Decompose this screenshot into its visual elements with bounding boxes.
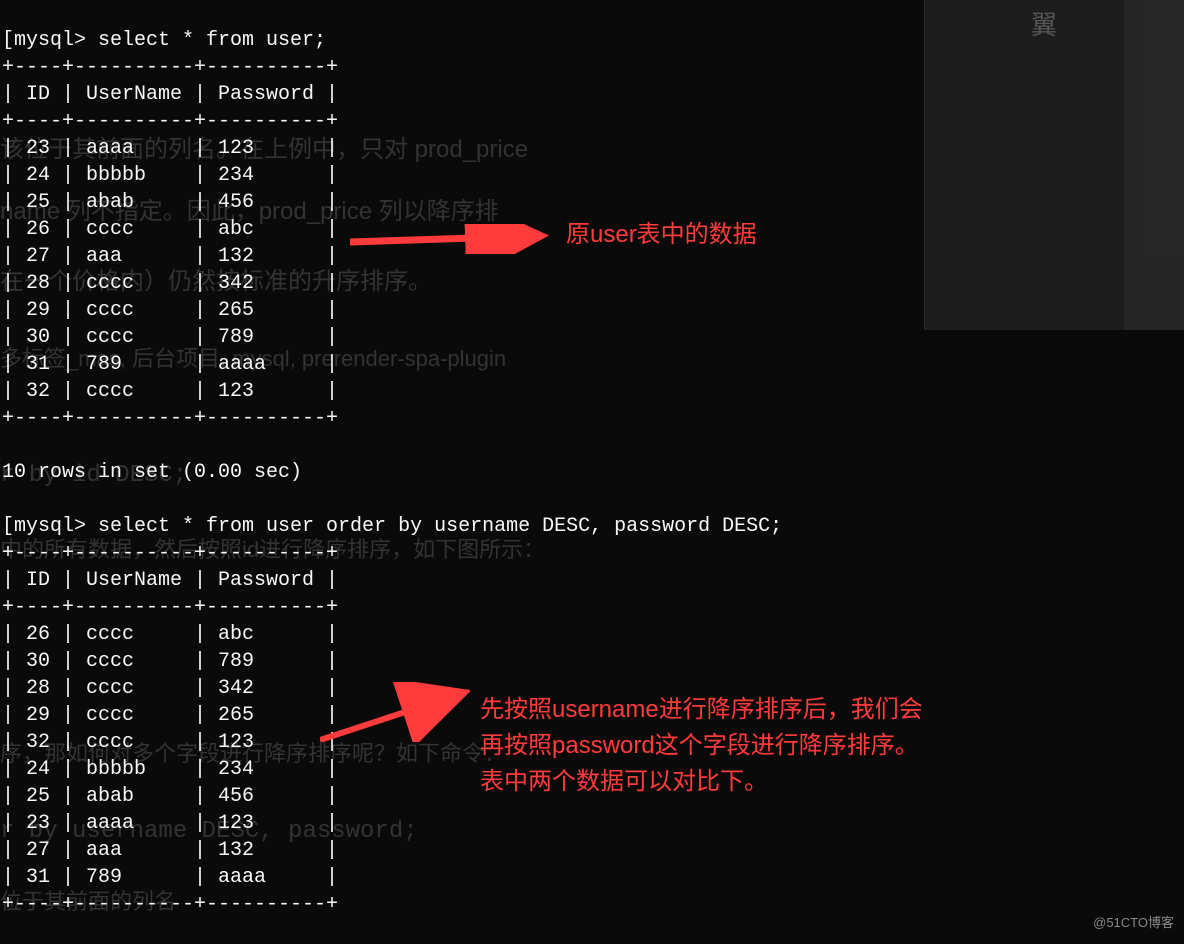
terminal-line: +----+----------+----------+ [2, 540, 1184, 567]
terminal-line: | 27 | aaa | 132 | [2, 837, 1184, 864]
terminal-line [2, 432, 1184, 459]
terminal-line: | 23 | aaaa | 123 | [2, 810, 1184, 837]
annotation-arrow-icon [320, 682, 470, 742]
annotation-line: 再按照password这个字段进行降序排序。 [480, 728, 923, 764]
terminal-line: | 24 | bbbbb | 234 | [2, 162, 1184, 189]
terminal-line [2, 486, 1184, 513]
terminal-line: | ID | UserName | Password | [2, 81, 1184, 108]
terminal-line: [mysql> select * from user; [2, 27, 1184, 54]
annotation-line: 先按照username进行降序排序后，我们会 [480, 692, 923, 728]
terminal-line: | 28 | cccc | 342 | [2, 270, 1184, 297]
terminal-line: | 31 | 789 | aaaa | [2, 351, 1184, 378]
terminal-line: | 31 | 789 | aaaa | [2, 864, 1184, 891]
terminal-line: 10 rows in set (0.00 sec) [2, 459, 1184, 486]
terminal-line: +----+----------+----------+ [2, 405, 1184, 432]
terminal-line: | 32 | cccc | 123 | [2, 378, 1184, 405]
terminal-line: | 30 | cccc | 789 | [2, 324, 1184, 351]
terminal-line: +----+----------+----------+ [2, 108, 1184, 135]
terminal-line: | 26 | cccc | abc | [2, 621, 1184, 648]
terminal-line: | 25 | abab | 456 | [2, 189, 1184, 216]
watermark: @51CTO博客 [1093, 909, 1174, 936]
terminal-line [2, 0, 1184, 27]
terminal-line: +----+----------+----------+ [2, 594, 1184, 621]
terminal-line: +----+----------+----------+ [2, 54, 1184, 81]
terminal-line: | 30 | cccc | 789 | [2, 648, 1184, 675]
annotation-label: 先按照username进行降序排序后，我们会 再按照password这个字段进行… [480, 692, 923, 800]
terminal-line: +----+----------+----------+ [2, 891, 1184, 918]
terminal-line [2, 918, 1184, 944]
terminal-line: | 23 | aaaa | 123 | [2, 135, 1184, 162]
terminal-output: [mysql> select * from user;+----+-------… [0, 0, 1184, 944]
terminal-line: | ID | UserName | Password | [2, 567, 1184, 594]
terminal-line: | 29 | cccc | 265 | [2, 297, 1184, 324]
terminal-line: [mysql> select * from user order by user… [2, 513, 1184, 540]
annotation-arrow-icon [350, 224, 550, 254]
annotation-line: 表中两个数据可以对比下。 [480, 764, 923, 800]
annotation-label: 原user表中的数据 [566, 221, 757, 248]
